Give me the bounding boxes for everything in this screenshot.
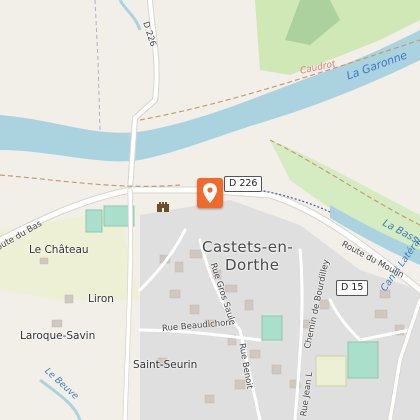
place-label-liron: Liron xyxy=(88,293,114,305)
map-viewport[interactable]: D 226 Caudrot La Garonne La Bassan Canal… xyxy=(0,0,420,420)
town-label-line2: Dorthe xyxy=(225,256,280,274)
location-pin-icon[interactable] xyxy=(197,178,223,208)
town-label-line1: Castets-en- xyxy=(202,238,294,256)
castle-icon[interactable] xyxy=(156,200,170,212)
road-shield-d15: D 15 xyxy=(336,280,369,296)
pitch-west-1 xyxy=(85,209,103,233)
pin-glyph-icon xyxy=(203,183,217,203)
place-label-saint-seurin: Saint-Seurin xyxy=(133,359,198,371)
place-label-laroque-savin: Laroque-Savin xyxy=(20,330,96,342)
map-base-layer xyxy=(0,0,420,420)
place-label-chateau: Le Château xyxy=(29,244,89,256)
pitch-east xyxy=(347,341,379,379)
road-shield-d226: D 226 xyxy=(224,176,263,192)
pitch-central xyxy=(261,315,283,341)
field-east xyxy=(315,355,347,387)
